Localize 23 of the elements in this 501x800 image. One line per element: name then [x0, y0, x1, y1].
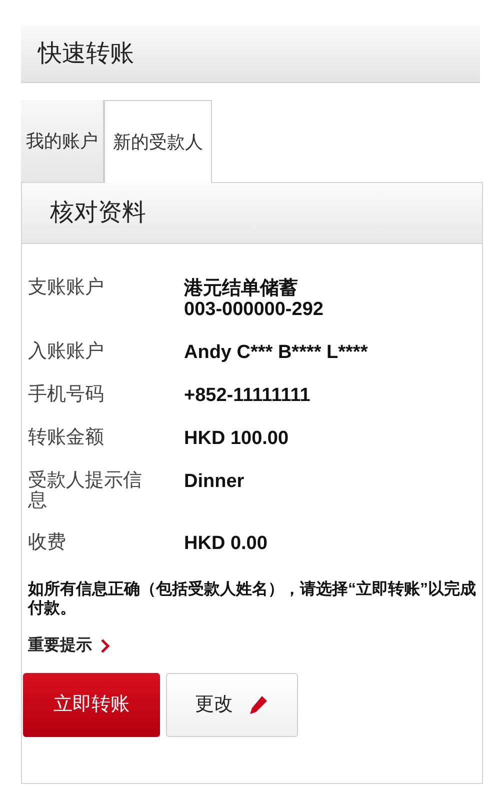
field-label: 收费 [28, 533, 67, 554]
panel-title: 核对资料 [50, 198, 146, 228]
chevron-right-icon [100, 639, 110, 653]
field-value: HKD 0.00 [184, 533, 268, 554]
tab[interactable]: 新的受款人 [104, 100, 212, 183]
important-notice-link[interactable]: 重要提示 [28, 634, 110, 658]
field-label: 转账金额 [28, 428, 105, 449]
transfer-button[interactable]: 立即转账 [23, 673, 160, 737]
field-label: 手机号码 [28, 385, 105, 406]
field-label: 支账账户 [28, 278, 105, 300]
field-value: 003-000000-292 [184, 299, 324, 320]
tab[interactable]: 我的账户 [21, 100, 104, 182]
field-value: 港元结单储蓄 [184, 278, 299, 299]
field-value: Dinner [184, 471, 244, 492]
field-label: 受款人提示信息 [28, 471, 143, 511]
field-value: +852-11111111 [184, 385, 310, 406]
page-title: 快速转账 [38, 38, 134, 68]
field-value: HKD 100.00 [184, 428, 289, 449]
field-value: Andy C*** B**** L**** [184, 342, 368, 363]
edit-button[interactable]: 更改 [166, 673, 298, 737]
notice-text: 如所有信息正确（包括受款人姓名），请选择“立即转账”以完成付款。 [26, 580, 477, 618]
pencil-icon [247, 694, 269, 716]
field-label: 入账账户 [28, 342, 105, 363]
